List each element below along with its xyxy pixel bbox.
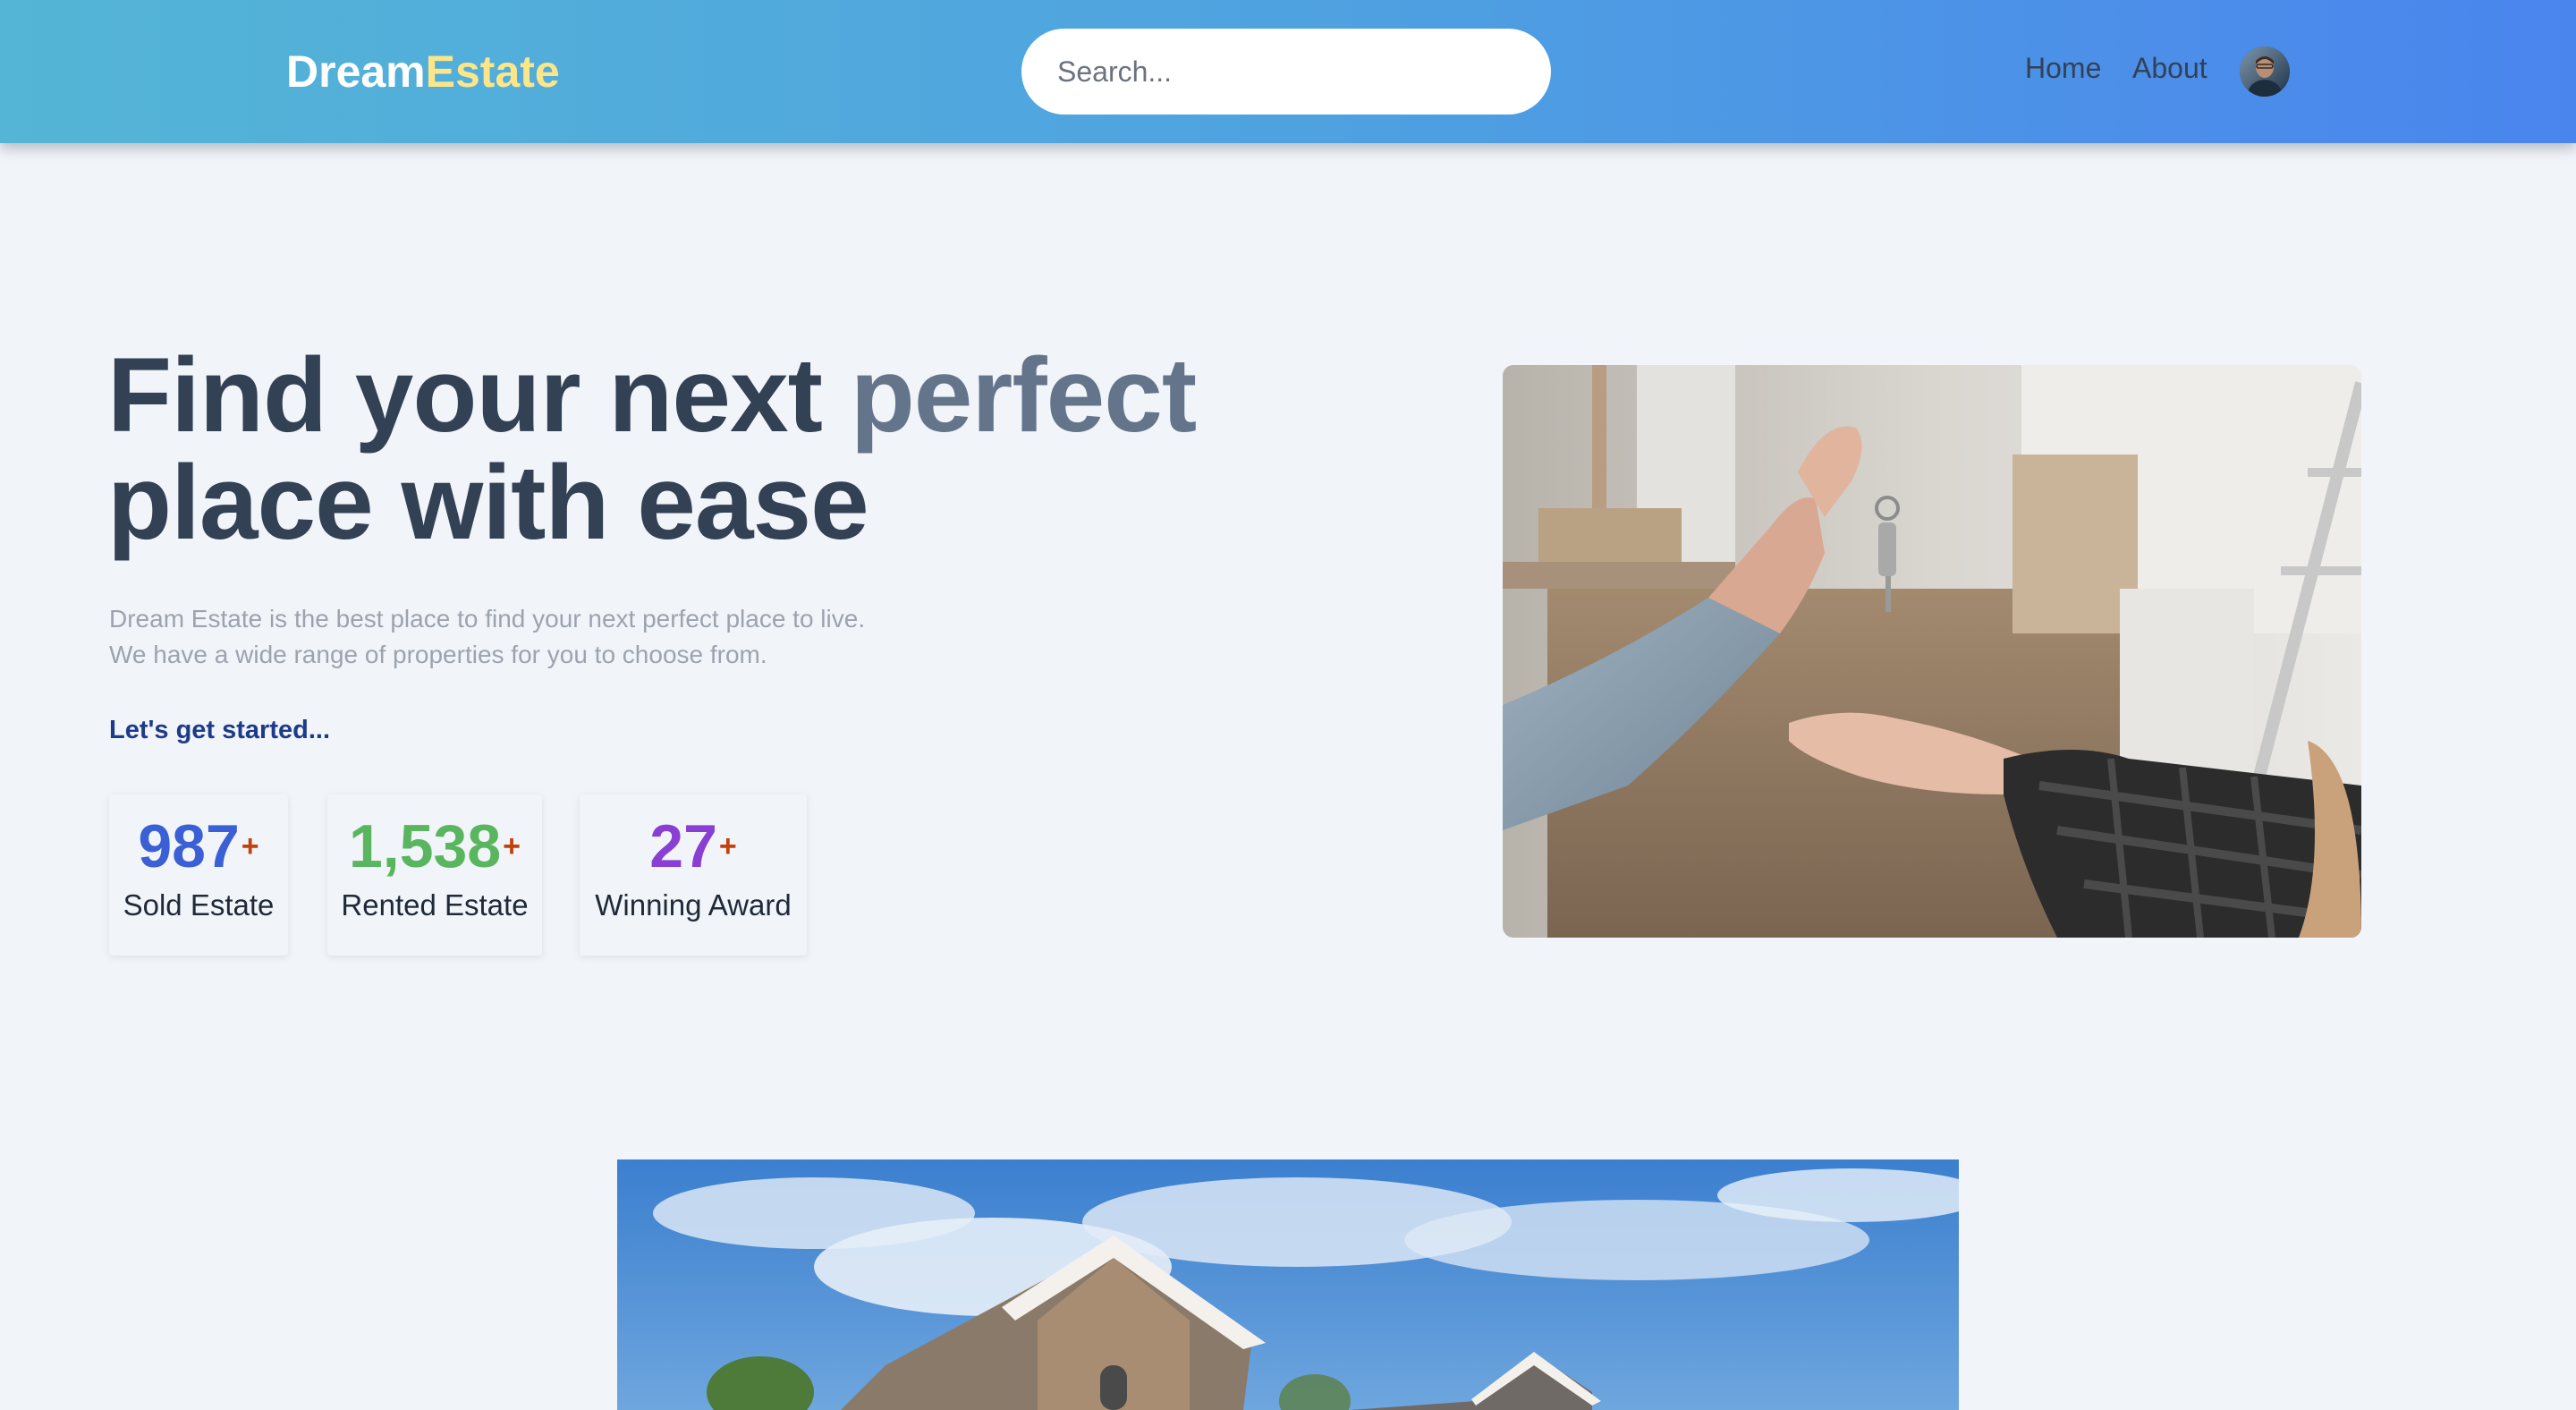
stat-label: Sold Estate: [123, 888, 275, 922]
stat-value: 1,538+: [327, 814, 542, 879]
avatar[interactable]: [2240, 47, 2290, 97]
get-started-link[interactable]: Let's get started...: [109, 716, 330, 745]
stat-number: 987: [138, 812, 240, 880]
stat-label: Winning Award: [595, 888, 792, 922]
hero-title-line1: Find your next: [107, 336, 851, 454]
hero-title-line2: place with ease: [107, 444, 869, 562]
hero-description-line2: We have a wide range of properties for y…: [109, 641, 767, 668]
hero-description-line1: Dream Estate is the best place to find y…: [109, 605, 866, 633]
search-input[interactable]: [1057, 47, 1451, 97]
nav-about-link[interactable]: About: [2132, 48, 2207, 88]
stat-value: 987+: [109, 814, 288, 879]
hero-title-accent: perfect: [850, 336, 1197, 454]
stat-plus: +: [718, 829, 737, 863]
stat-plus: +: [241, 829, 259, 863]
hero-keys-photo: [1503, 365, 2361, 938]
hero-description: Dream Estate is the best place to find y…: [109, 601, 865, 673]
featured-house-photo: [617, 1159, 1959, 1410]
site-header: DreamEstate Home About: [0, 0, 2576, 143]
stat-number: 27: [649, 812, 717, 880]
site-logo[interactable]: DreamEstate: [286, 45, 560, 98]
stat-value: 27+: [580, 814, 807, 879]
stat-rented-estate: 1,538+ Rented Estate: [327, 794, 542, 956]
stat-sold-estate: 987+ Sold Estate: [109, 794, 288, 956]
logo-text-estate: Estate: [425, 47, 560, 97]
search-form: [1021, 29, 1551, 115]
stat-label: Rented Estate: [341, 888, 529, 922]
nav-home-link[interactable]: Home: [2025, 48, 2101, 88]
logo-text-dream: Dream: [286, 47, 426, 97]
stat-number: 1,538: [348, 812, 502, 880]
stat-winning-award: 27+ Winning Award: [580, 794, 807, 956]
hero-title: Find your next perfect place with ease: [107, 342, 1197, 556]
stat-plus: +: [503, 829, 521, 863]
